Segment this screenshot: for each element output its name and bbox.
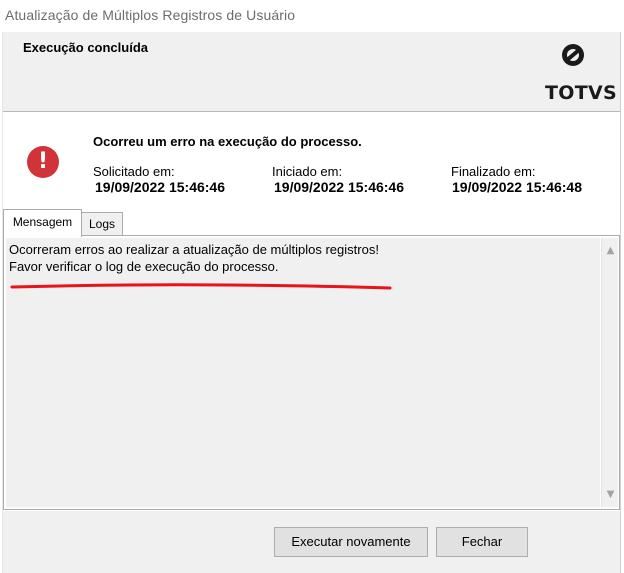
run-again-button[interactable]: Executar novamente [274,527,428,557]
close-button[interactable]: Fechar [436,527,528,557]
message-line-2: Favor verificar o log de execução do pro… [9,259,279,274]
totvs-logo-text: TOTVS [545,82,617,104]
dialog-heading: Execução concluída [23,40,148,55]
title-bar: Atualização de Múltiplos Registros de Us… [0,0,624,32]
window-border-right [620,32,621,573]
message-line-1: Ocorreram erros ao realizar a atualizaçã… [9,242,379,257]
dialog-header: Execução concluída TOTVS [3,32,620,112]
error-message: Ocorreu um erro na execução do processo. [93,134,362,149]
red-underline-annotation [10,283,392,290]
totvs-logo-mark-icon [562,44,584,66]
red-underline-stroke [10,283,392,290]
finished-value: 19/09/2022 15:46:48 [452,179,582,195]
requested-value: 19/09/2022 15:46:46 [95,179,225,195]
totvs-logo: TOTVS [540,42,617,106]
message-panel: Ocorreram erros ao realizar a atualizaçã… [3,235,620,510]
tab-logs[interactable]: Logs [82,212,123,236]
tab-mensagem[interactable]: Mensagem [3,209,82,237]
started-value: 19/09/2022 15:46:46 [274,179,404,195]
error-icon: ! [27,146,59,178]
vertical-scrollbar[interactable]: ▲ ▼ [601,238,618,507]
requested-label: Solicitado em: [93,164,175,179]
tab-strip: Mensagem Logs [3,209,620,237]
message-textbox[interactable]: Ocorreram erros ao realizar a atualizaçã… [6,238,600,507]
execution-status: ! Ocorreu um erro na execução do process… [3,113,620,209]
finished-label: Finalizado em: [451,164,536,179]
scroll-down-icon[interactable]: ▼ [602,486,619,503]
scroll-up-icon[interactable]: ▲ [602,242,619,259]
window-title: Atualização de Múltiplos Registros de Us… [5,7,296,23]
dialog-footer: Executar novamente Fechar [3,511,620,573]
started-label: Iniciado em: [272,164,343,179]
